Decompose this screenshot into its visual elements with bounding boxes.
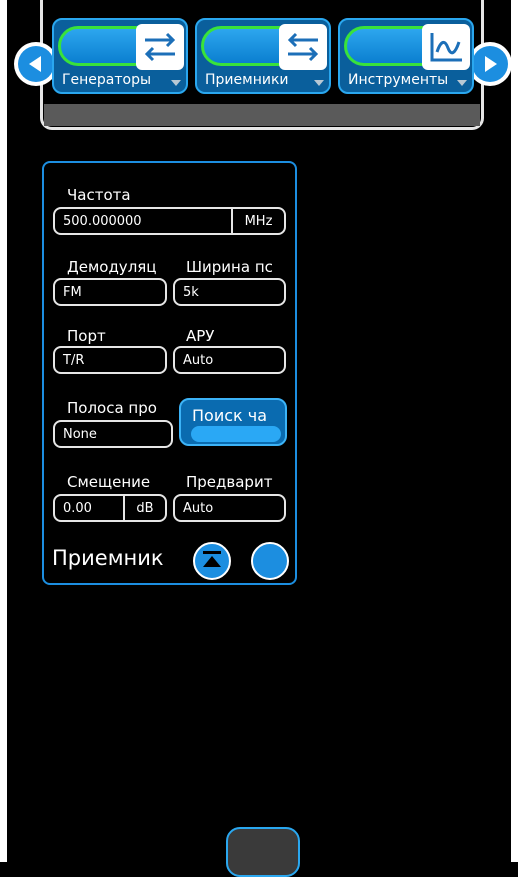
demodulation-label: Демодуляц [67,258,157,276]
toolbar-item-label: Приемники [205,72,289,88]
preamp-select[interactable]: Auto [173,494,286,522]
port-label: Порт [67,327,106,345]
toolbar-next-button[interactable] [468,42,512,86]
toolbar-item-generators[interactable]: Генераторы [52,18,188,94]
toolbar-scroll-strip[interactable] [44,104,480,126]
filter-value: None [63,426,97,442]
channel-search-button[interactable]: Поиск ча [179,398,287,446]
offset-unit[interactable]: dB [123,496,165,520]
chevron-down-icon [457,80,467,86]
preamp-label: Предварит [186,473,273,491]
frequency-field[interactable]: 500.000000 MHz [53,207,286,235]
channel-search-label: Поиск ча [192,406,268,425]
chevron-down-icon [171,80,181,86]
offset-label: Смещение [67,473,151,491]
chevron-left-icon [18,46,54,82]
agc-select[interactable]: Auto [173,346,286,374]
panel-options-button[interactable] [251,542,289,580]
demodulation-select[interactable]: FM [53,278,167,306]
bottom-drawer-tab[interactable] [226,827,300,877]
port-value: T/R [63,352,85,368]
reverse-arrows-icon [279,24,327,70]
collapse-panel-button[interactable] [193,542,231,580]
toolbar-item-label: Генераторы [62,72,152,88]
toolbar-item-receivers[interactable]: Приемники [195,18,331,94]
waveform-icon [422,24,470,70]
panel-title: Приемник [52,546,164,570]
collapse-up-icon [201,548,223,574]
port-select[interactable]: T/R [53,346,167,374]
offset-field[interactable]: 0.00 dB [53,494,167,522]
bandwidth-label: Ширина пс [186,258,273,276]
window-frame-left [0,0,7,862]
agc-label: АРУ [186,327,215,345]
bandwidth-select[interactable]: 5k [173,278,286,306]
filter-label: Полоса про [67,399,157,417]
swap-arrows-icon [136,24,184,70]
agc-value: Auto [183,352,214,368]
demodulation-value: FM [63,284,82,300]
button-highlight [191,426,281,442]
preamp-value: Auto [183,500,214,516]
toolbar-item-label: Инструменты [348,72,449,88]
window-frame-right [511,0,518,862]
toolbar-item-instruments[interactable]: Инструменты [338,18,474,94]
frequency-label: Частота [67,186,131,204]
chevron-right-icon [472,46,508,82]
frequency-unit[interactable]: MHz [231,209,284,233]
offset-value: 0.00 [63,500,92,516]
bandwidth-value: 5k [183,284,199,300]
chevron-down-icon [314,80,324,86]
filter-select[interactable]: None [53,420,173,448]
frequency-value: 500.000000 [63,213,142,229]
